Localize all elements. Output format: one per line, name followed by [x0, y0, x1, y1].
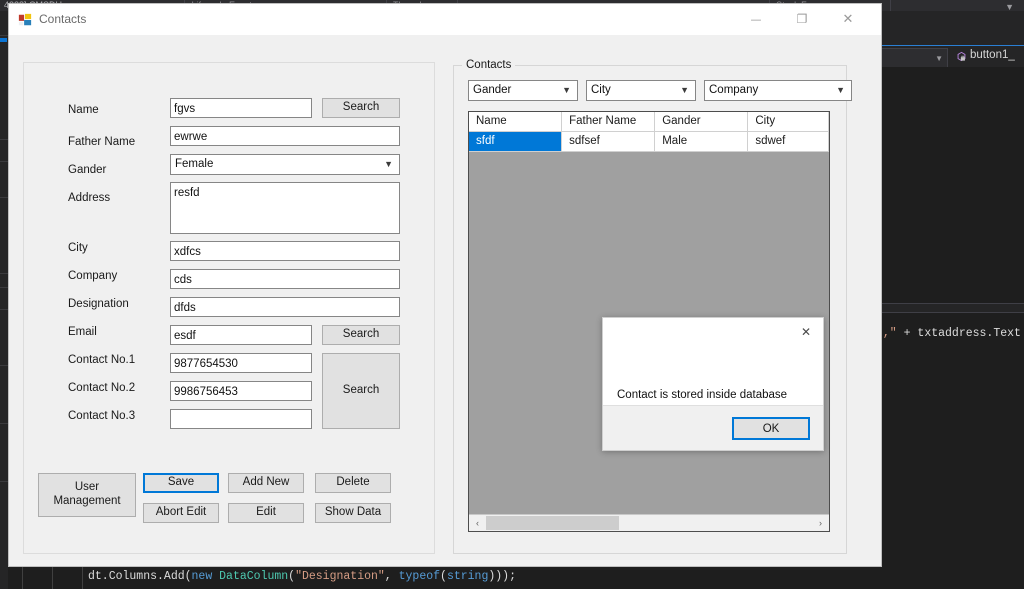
code-line-bottom: dt.Columns.Add(new DataColumn("Designati… — [88, 570, 516, 583]
email-input[interactable] — [170, 325, 312, 345]
search-contact-button[interactable]: Search — [322, 353, 400, 429]
label-designation: Designation — [68, 298, 129, 310]
label-address: Address — [68, 192, 111, 204]
contacts-groupbox: Contacts Gander ▼ City ▼ Company ▼ Name … — [453, 58, 852, 554]
add-new-button[interactable]: Add New — [228, 473, 304, 493]
contacts-window: Contacts — ❐ ✕ Name Father Name Gander A… — [8, 3, 882, 567]
close-button[interactable]: ✕ — [825, 4, 871, 34]
filter-gander-select[interactable]: Gander ▼ — [468, 80, 578, 101]
father-name-input[interactable] — [170, 126, 400, 146]
message-dialog: ✕ Contact is stored inside database OK — [602, 317, 824, 451]
editor-right-topfill — [880, 11, 1024, 45]
user-management-button[interactable]: User Management — [38, 473, 136, 517]
filter-company-value: Company — [709, 84, 759, 96]
company-input[interactable] — [170, 269, 400, 289]
grid-cell-name[interactable]: sfdf — [469, 132, 563, 152]
grid-cell-gander[interactable]: Male — [655, 132, 749, 152]
label-contact-2: Contact No.2 — [68, 382, 136, 394]
filter-city-select[interactable]: City ▼ — [586, 80, 696, 101]
chevron-down-icon: ▼ — [935, 54, 943, 63]
code-line-right: '," + txtaddress.Text — [880, 327, 1021, 340]
label-contact-3: Contact No.3 — [68, 410, 136, 422]
search-email-button[interactable]: Search — [322, 325, 400, 345]
contact-3-input[interactable] — [170, 409, 312, 429]
filter-company-select[interactable]: Company ▼ — [704, 80, 852, 101]
scroll-left-icon[interactable]: ‹ — [470, 515, 485, 531]
contacts-groupbox-title: Contacts — [462, 58, 516, 72]
editor-right-code-pane[interactable] — [880, 67, 1024, 304]
maximize-button[interactable]: ❐ — [779, 4, 825, 34]
editor-bottom-code-pane[interactable]: dt.Columns.Add(new DataColumn("Designati… — [8, 566, 1024, 589]
scroll-right-icon[interactable]: › — [813, 515, 828, 531]
dialog-footer: OK — [603, 405, 823, 450]
contact-details-panel: Name Father Name Gander Address City Com… — [23, 62, 435, 554]
name-input[interactable] — [170, 98, 312, 118]
abort-edit-button[interactable]: Abort Edit — [143, 503, 219, 523]
dialog-ok-button[interactable]: OK — [732, 417, 810, 440]
contact-1-input[interactable] — [170, 353, 312, 373]
label-father-name: Father Name — [68, 136, 136, 148]
maximize-icon: ❐ — [796, 12, 808, 26]
method-icon — [957, 51, 966, 62]
dialog-close-button[interactable]: ✕ — [789, 318, 823, 346]
address-input[interactable] — [170, 182, 400, 234]
navbar-member-label: button1_ — [970, 49, 1015, 61]
grid-cell-city[interactable]: sdwef — [748, 132, 829, 152]
label-contact-1: Contact No.1 — [68, 354, 136, 366]
label-email: Email — [68, 326, 97, 338]
grid-column-header[interactable]: City — [748, 112, 829, 132]
label-city: City — [68, 242, 88, 254]
winforms-app-icon — [18, 13, 32, 26]
user-management-line-2: Management — [53, 495, 121, 507]
city-input[interactable] — [170, 241, 400, 261]
grid-column-header[interactable]: Gander — [655, 112, 749, 132]
close-icon: ✕ — [842, 11, 854, 27]
dialog-message: Contact is stored inside database — [617, 389, 788, 401]
minimize-icon: — — [750, 12, 762, 26]
label-name: Name — [68, 104, 99, 116]
editor-right-region: ▼ button1_ '," + txtaddress.Text — [878, 11, 1024, 589]
filter-city-value: City — [591, 84, 611, 96]
editor-navigation-bar: ▼ button1_ — [878, 45, 1024, 69]
delete-button[interactable]: Delete — [315, 473, 391, 493]
contact-2-input[interactable] — [170, 381, 312, 401]
label-gander: Gander — [68, 164, 107, 176]
chevron-down-icon: ▼ — [680, 85, 689, 95]
gander-select-value: Female — [175, 158, 214, 170]
chevron-down-icon: ▼ — [836, 85, 845, 95]
show-data-button[interactable]: Show Data — [315, 503, 391, 523]
editor-change-marker — [0, 38, 7, 42]
designation-input[interactable] — [170, 297, 400, 317]
gander-select[interactable]: Female ▼ — [170, 154, 400, 175]
grid-column-header[interactable]: Father Name — [562, 112, 656, 132]
grid-column-header[interactable]: Name — [469, 112, 563, 132]
navbar-type-dropdown[interactable]: ▼ — [878, 48, 948, 68]
scrollbar-thumb[interactable] — [486, 516, 619, 530]
grid-horizontal-scrollbar[interactable]: ‹ › — [469, 514, 829, 531]
close-icon: ✕ — [800, 325, 812, 339]
search-name-button[interactable]: Search — [322, 98, 400, 118]
save-button[interactable]: Save — [143, 473, 219, 493]
grid-header-row: Name Father Name Gander City — [469, 112, 829, 132]
minimize-button[interactable]: — — [733, 4, 779, 34]
window-titlebar[interactable]: Contacts — ❐ ✕ — [9, 4, 881, 36]
grid-row[interactable]: sfdf sdfsef Male sdwef — [469, 132, 829, 152]
editor-splitter[interactable] — [880, 304, 1024, 313]
label-company: Company — [68, 270, 118, 282]
edit-button[interactable]: Edit — [228, 503, 304, 523]
dialog-titlebar: ✕ — [603, 318, 823, 348]
user-management-line-1: User — [74, 481, 100, 494]
window-title: Contacts — [39, 12, 87, 26]
chevron-down-icon: ▼ — [384, 159, 393, 169]
window-body: Name Father Name Gander Address City Com… — [9, 35, 881, 565]
chevron-down-icon: ▼ — [562, 85, 571, 95]
filter-gander-value: Gander — [473, 84, 512, 96]
grid-cell-father-name[interactable]: sdfsef — [562, 132, 656, 152]
editor-right-code-pane-2[interactable]: '," + txtaddress.Text — [880, 313, 1024, 577]
